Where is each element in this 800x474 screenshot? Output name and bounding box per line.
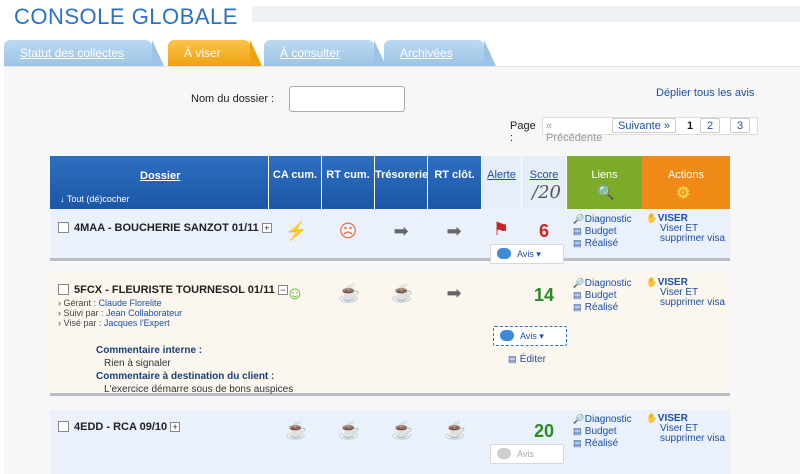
th-score[interactable]: Score /20 xyxy=(522,156,567,209)
bolt-icon: ⚡ xyxy=(285,221,308,241)
table-row: 4EDD - RCA 09/10 + ☕ ☕ ☕ ☕ 20 🔎 Diagnosti… xyxy=(50,410,730,474)
arrow-right-icon: ➡ xyxy=(446,283,462,303)
smile-icon: ☺ xyxy=(285,283,305,303)
th-ca-cum: CA cum. xyxy=(269,156,322,209)
link-realise[interactable]: ▤ Réalisé xyxy=(573,302,631,314)
pager-prev: « Précédente xyxy=(546,120,603,144)
score-value: 14 xyxy=(534,285,555,305)
tab-a-consulter[interactable]: À consulter xyxy=(264,40,386,66)
row-meta: › Gérant : Claude Florelite › Suivi par … xyxy=(58,298,182,328)
row-checkbox[interactable] xyxy=(58,421,69,432)
actions-cell: ✋ VISER Viser ET supprimer visa xyxy=(646,213,726,244)
tab-archivees[interactable]: Archivées xyxy=(384,40,496,66)
avis-dropdown[interactable]: Avis ▾ xyxy=(493,326,567,346)
arrow-right-icon: ➡ xyxy=(393,221,409,241)
meta-vise: › Visé par : Jacques l'Expert xyxy=(58,318,170,328)
comment-internal-title: Commentaire interne : xyxy=(96,345,203,356)
tab-bar: Statut des collectes À viser À consulter… xyxy=(0,40,800,66)
th-alerte[interactable]: Alerte xyxy=(482,156,522,209)
expand-plus-icon[interactable]: + xyxy=(261,223,272,234)
link-diagnostic[interactable]: 🔎 Diagnostic xyxy=(573,214,631,226)
actions-cell: ✋ VISER Viser ET supprimer visa xyxy=(646,413,726,444)
table-header: Dossier ↓ Tout (dé)cocher CA cum. RT cum… xyxy=(50,156,730,209)
trophy-icon: ☕ xyxy=(444,420,467,440)
th-tresorerie: Trésorerie xyxy=(375,156,428,209)
pager-next-button[interactable]: Suivante » xyxy=(612,118,676,133)
link-diagnostic[interactable]: 🔎 Diagnostic xyxy=(573,414,631,426)
avis-dropdown[interactable]: Avis ▾ xyxy=(490,244,564,264)
viser-supprimer-button[interactable]: Viser ET supprimer visa xyxy=(646,224,726,244)
link-realise[interactable]: ▤ Réalisé xyxy=(573,438,631,450)
gears-icon: ⚙ xyxy=(676,185,691,202)
pager-page-1: 1 xyxy=(686,120,694,132)
viser-supprimer-button[interactable]: Viser ET supprimer visa xyxy=(646,424,726,444)
table-row: 4MAA - BOUCHERIE SANZOT 01/11 + ⚡ ☹ ➡ ➡ ⚑… xyxy=(50,209,730,264)
link-realise[interactable]: ▤ Réalisé xyxy=(573,238,631,250)
comment-bubble-icon xyxy=(500,330,514,341)
header-bar xyxy=(252,6,800,22)
tab-statut-collectes[interactable]: Statut des collectes xyxy=(4,40,164,66)
magnifier-icon: 🔍 xyxy=(597,184,615,200)
row-title: 4MAA - BOUCHERIE SANZOT 01/11 + xyxy=(74,222,272,234)
links-list: 🔎 Diagnostic ▤ Budget ▤ Réalisé xyxy=(573,414,631,450)
th-rt-cum: RT cum. xyxy=(322,156,375,209)
arrow-right-icon: ➡ xyxy=(446,221,462,241)
trophy-icon: ☕ xyxy=(285,420,308,440)
toggle-all-link[interactable]: ↓ Tout (dé)cocher xyxy=(60,194,129,204)
trophy-icon: ☕ xyxy=(391,283,414,303)
th-dossier-sort[interactable]: Dossier xyxy=(140,170,180,182)
trophy-icon: ☕ xyxy=(391,420,414,440)
flag-icon: ⚑ xyxy=(492,219,510,239)
link-diagnostic[interactable]: 🔎 Diagnostic xyxy=(573,278,631,290)
link-budget[interactable]: ▤ Budget xyxy=(573,290,631,302)
trophy-icon: ☕ xyxy=(338,420,361,440)
links-list: 🔎 Diagnostic ▤ Budget ▤ Réalisé xyxy=(573,214,631,250)
link-budget[interactable]: ▤ Budget xyxy=(573,226,631,238)
th-dossier: Dossier ↓ Tout (dé)cocher xyxy=(50,156,269,209)
pager-page-2[interactable]: 2 xyxy=(700,118,720,133)
search-label: Nom du dossier : xyxy=(191,93,275,105)
actions-cell: ✋ VISER Viser ET supprimer visa xyxy=(646,277,726,308)
avis-dropdown[interactable]: Avis xyxy=(490,444,564,464)
comment-bubble-icon xyxy=(497,448,511,459)
score-value: 6 xyxy=(539,221,550,241)
row-title: 5FCX - FLEURISTE TOURNESOL 01/11− xyxy=(74,284,288,296)
edit-link[interactable]: ▤ Éditer xyxy=(508,354,546,365)
row-checkbox[interactable] xyxy=(58,284,69,295)
expand-all-link[interactable]: Déplier tous les avis xyxy=(656,87,754,99)
viser-supprimer-button[interactable]: Viser ET supprimer visa xyxy=(646,288,726,308)
row-checkbox[interactable] xyxy=(58,222,69,233)
th-actions: Actions ⚙ xyxy=(642,156,730,209)
comment-client-title: Commentaire à destination du client : xyxy=(96,371,275,382)
links-list: 🔎 Diagnostic ▤ Budget ▤ Réalisé xyxy=(573,278,631,314)
score-max: /20 xyxy=(532,182,561,203)
comment-internal-text: Rien à signaler xyxy=(104,358,171,369)
trophy-icon: ☕ xyxy=(338,283,361,303)
header: CONSOLE GLOBALE xyxy=(0,0,800,40)
app-title: CONSOLE GLOBALE xyxy=(14,4,238,29)
expand-plus-icon[interactable]: + xyxy=(170,422,181,433)
table-row: 5FCX - FLEURISTE TOURNESOL 01/11− › Géra… xyxy=(50,272,730,396)
row-title: 4EDD - RCA 09/10 + xyxy=(74,421,181,433)
th-rt-clot: RT clôt. xyxy=(428,156,482,209)
link-budget[interactable]: ▤ Budget xyxy=(573,426,631,438)
meta-suivi: › Suivi par : Jean Collaborateur xyxy=(58,308,183,318)
score-value: 20 xyxy=(534,421,555,441)
th-liens: Liens 🔍 xyxy=(567,156,642,209)
sad-face-icon: ☹ xyxy=(338,221,358,241)
dossier-search-input[interactable] xyxy=(289,86,405,112)
meta-gerant: › Gérant : Claude Florelite xyxy=(58,298,162,308)
tab-a-viser[interactable]: À viser xyxy=(168,40,262,66)
pager-label: Page : xyxy=(510,120,536,144)
pager-page-3[interactable]: 3 xyxy=(730,118,750,133)
comment-client-text: L'exercice démarre sous de bons auspices xyxy=(104,384,294,395)
comment-bubble-icon xyxy=(497,248,511,259)
